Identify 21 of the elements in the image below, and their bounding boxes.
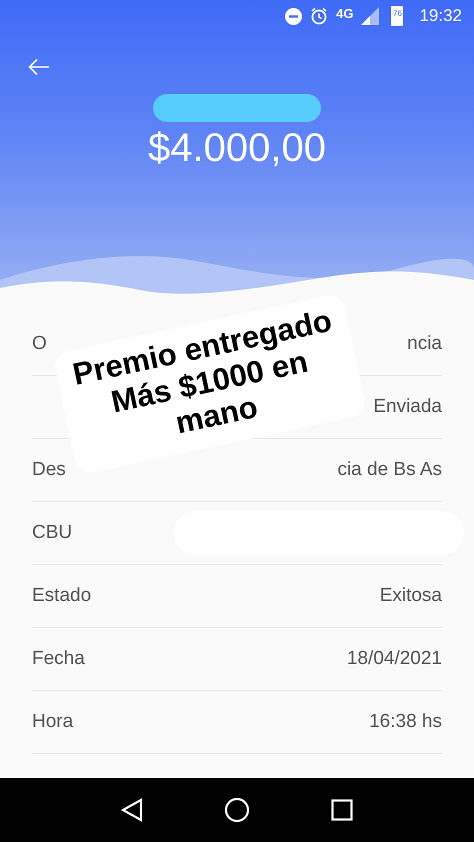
home-icon[interactable] [224, 797, 250, 823]
row-value: ncia [407, 333, 442, 355]
recents-icon[interactable] [331, 799, 354, 821]
row-label: O [32, 333, 47, 355]
alarm-icon [310, 7, 328, 25]
back-arrow-icon [28, 58, 50, 76]
row-value: 16:38 hs [369, 711, 442, 733]
row-label: Estado [32, 585, 92, 607]
signal-icon [361, 7, 380, 25]
row-label: Hora [32, 711, 74, 733]
amount: $4.000,00 [148, 126, 326, 171]
row-value: Enviada [373, 396, 442, 418]
back-icon[interactable] [120, 798, 143, 822]
battery-level: 76 [393, 9, 402, 20]
row-label: Fecha [32, 648, 85, 670]
row-value: Exitosa [380, 585, 442, 607]
row-label: CBU [32, 522, 72, 544]
row-value: 18/04/2021 [346, 648, 442, 670]
do-not-disturb-icon [285, 8, 302, 24]
network-type: 4G [336, 6, 354, 20]
clock: 19:32 [419, 6, 462, 26]
